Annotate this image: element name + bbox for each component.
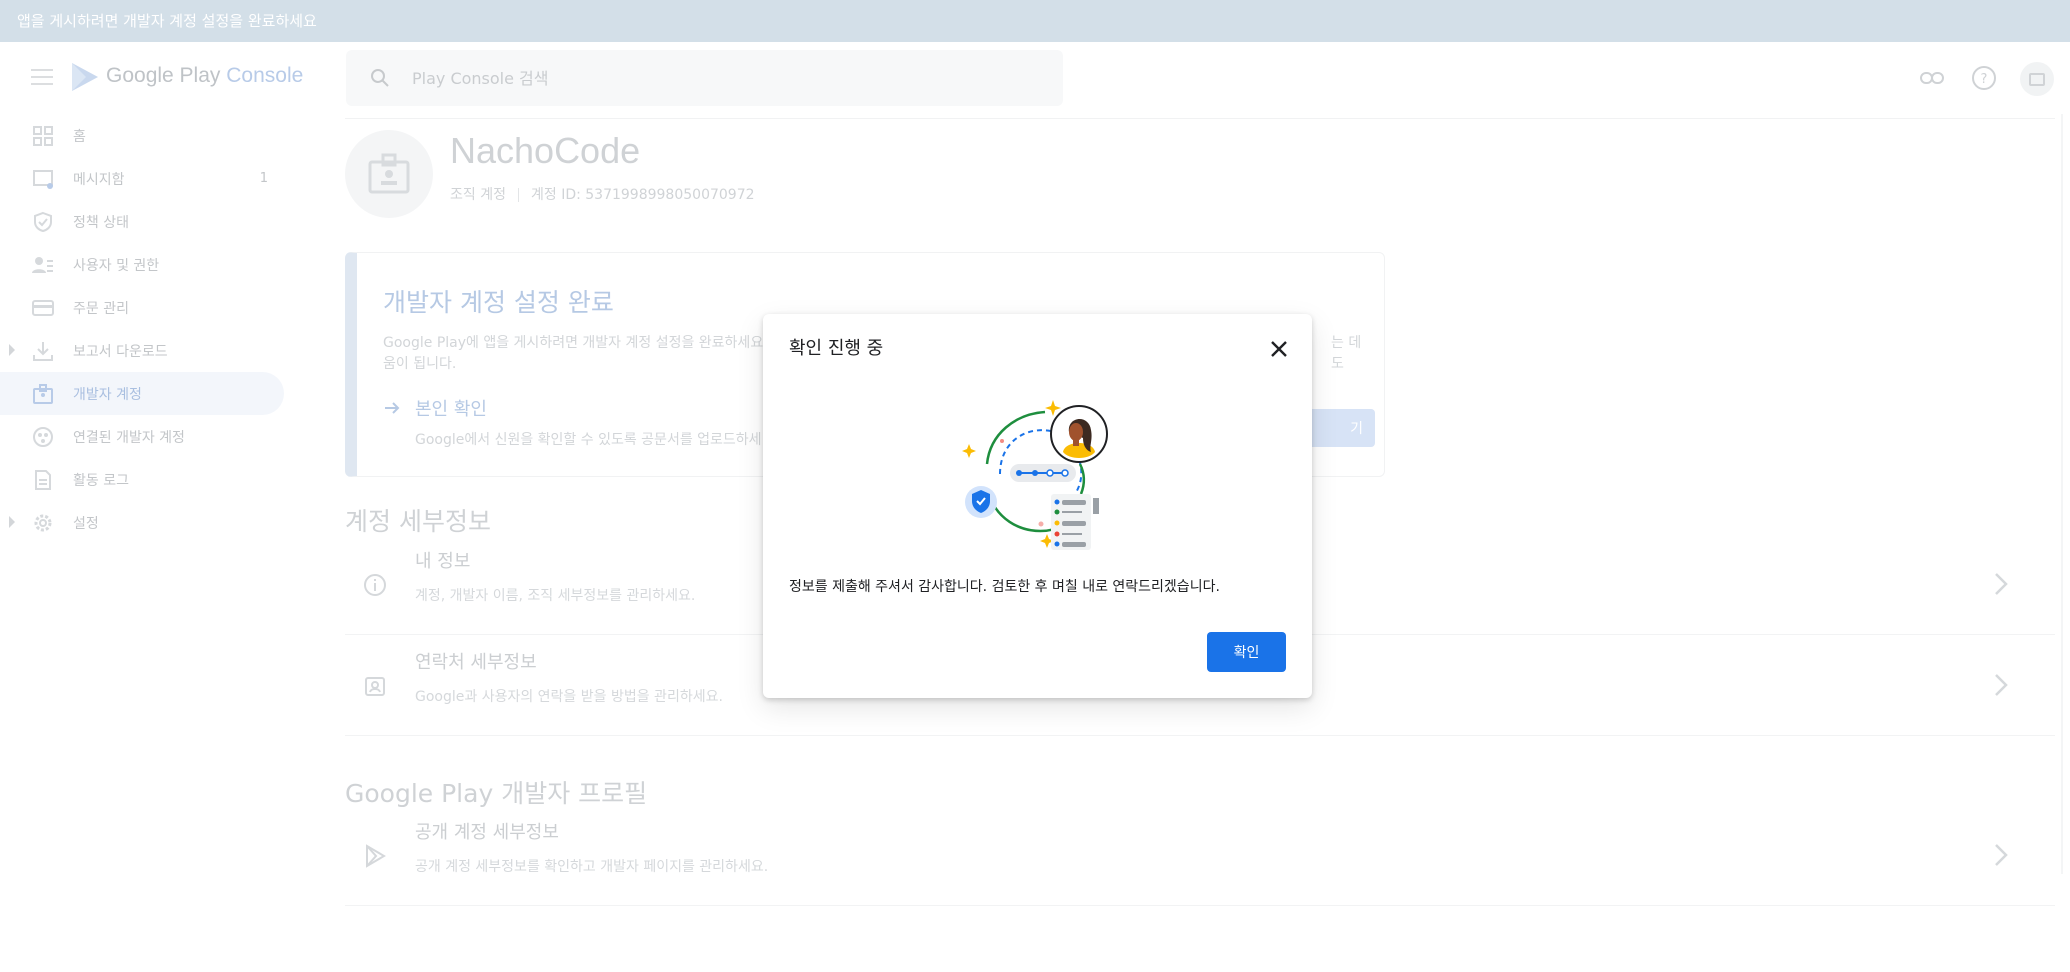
- play-logo-icon: [72, 63, 98, 91]
- info-icon: [364, 574, 386, 596]
- badge-icon: [368, 153, 410, 194]
- home-grid-icon: [33, 125, 53, 146]
- account-details-title: 계정 세부정보: [345, 507, 491, 536]
- org-avatar: [345, 130, 433, 218]
- sidebar-item-policy[interactable]: 정책 상태: [0, 200, 284, 243]
- sidebar-item-linked-accounts[interactable]: 연결된 개발자 계정: [0, 415, 284, 458]
- inbox-count-badge: 1: [259, 171, 268, 186]
- developer-profile-title: Google Play 개발자 프로필: [345, 779, 648, 808]
- row-description: Google과 사용자의 연락을 받을 방법을 관리하세요.: [415, 689, 723, 705]
- sidebar-item-label: 메시지함: [73, 171, 125, 188]
- sidebar-item-activity-log[interactable]: 활동 로그: [0, 458, 284, 501]
- menu-icon[interactable]: [31, 69, 53, 87]
- users-icon: [32, 256, 53, 273]
- close-icon[interactable]: [1268, 338, 1290, 360]
- play-store-icon: [366, 844, 386, 868]
- step-verify-identity[interactable]: 본인 확인: [415, 395, 487, 421]
- app-header: Google Play Console ?: [0, 42, 2070, 114]
- page-title: NachoCode: [450, 130, 641, 171]
- sidebar-item-developer-account[interactable]: 개발자 계정: [0, 372, 284, 415]
- setup-title: 개발자 계정 설정 완료: [383, 288, 614, 317]
- row-title: 내 정보: [415, 551, 471, 572]
- sidebar-item-label: 홈: [73, 128, 86, 145]
- expand-caret-icon[interactable]: [9, 516, 15, 528]
- dialog-message: 정보를 제출해 주셔서 감사합니다. 검토한 후 며칠 내로 연락드리겠습니다.: [789, 579, 1220, 595]
- help-icon[interactable]: ?: [1970, 64, 1998, 92]
- step-description: Google에서 신원을 확인할 수 있도록 공문서를 업로드하세: [415, 432, 762, 448]
- sidebar-item-label: 보고서 다운로드: [73, 343, 168, 360]
- dialog-title: 확인 진행 중: [789, 338, 884, 359]
- setup-desc-tail: 는 데 도: [1331, 335, 1362, 372]
- sidebar: 홈 메시지함 1 정책 상태 사용자 및 권한 주문 관리 보고서 다운로드 개…: [0, 114, 290, 544]
- verification-illustration: [962, 400, 1108, 550]
- search-box[interactable]: [346, 50, 1063, 106]
- search-input[interactable]: [412, 50, 1012, 106]
- sidebar-item-label: 사용자 및 권한: [73, 257, 160, 274]
- account-id: 계정 ID: 5371998998050070972: [530, 187, 755, 203]
- shield-icon: [34, 211, 52, 232]
- sidebar-item-label: 정책 상태: [73, 214, 129, 231]
- linked-accounts-icon: [33, 426, 53, 447]
- arrow-right-icon: [385, 402, 400, 414]
- setup-desc-line2: 움이 됩니다.: [383, 356, 457, 372]
- setup-desc-line1: Google Play에 앱을 게시하려면 개발자 계정 설정을 완료하세요: [383, 335, 764, 351]
- row-public-account-details[interactable]: 공개 계정 세부정보 공개 계정 세부정보를 확인하고 개발자 페이지를 관리하…: [345, 806, 2055, 906]
- account-meta: 조직 계정 계정 ID: 5371998998050070972: [450, 184, 755, 204]
- logo-google-text: Google Play: [106, 64, 221, 87]
- gear-icon: [34, 514, 52, 531]
- inbox-icon: [33, 169, 53, 189]
- sidebar-item-orders[interactable]: 주문 관리: [0, 286, 284, 329]
- logo-console-text: Console: [226, 64, 304, 87]
- sidebar-item-settings[interactable]: 설정: [0, 501, 284, 544]
- row-description: 계정, 개발자 이름, 조직 세부정보를 관리하세요.: [415, 588, 696, 604]
- account-avatar[interactable]: [2020, 62, 2054, 96]
- header-divider: [345, 118, 2055, 119]
- row-title: 연락처 세부정보: [415, 652, 537, 673]
- sidebar-item-label: 활동 로그: [73, 472, 129, 489]
- scrollbar[interactable]: [2061, 114, 2063, 874]
- sidebar-item-label: 주문 관리: [73, 300, 129, 317]
- badge-icon: [33, 383, 53, 404]
- sidebar-item-label: 설정: [73, 515, 99, 532]
- link-icon[interactable]: [1918, 64, 1946, 92]
- sidebar-item-reports[interactable]: 보고서 다운로드: [0, 329, 284, 372]
- sidebar-item-inbox[interactable]: 메시지함 1: [0, 157, 284, 200]
- account-type: 조직 계정: [450, 187, 506, 203]
- chevron-right-icon: [1995, 573, 2008, 595]
- sidebar-item-home[interactable]: 홈: [0, 114, 284, 157]
- sidebar-item-users[interactable]: 사용자 및 권한: [0, 243, 284, 286]
- search-icon: [371, 69, 389, 87]
- chevron-right-icon: [1995, 674, 2008, 696]
- setup-banner: 앱을 게시하려면 개발자 계정 설정을 완료하세요: [0, 0, 2070, 42]
- chevron-right-icon: [1995, 844, 2008, 866]
- confirm-button[interactable]: 확인: [1207, 632, 1286, 672]
- row-description: 공개 계정 세부정보를 확인하고 개발자 페이지를 관리하세요.: [415, 859, 769, 875]
- app-logo-text[interactable]: Google Play Console: [106, 64, 303, 88]
- svg-text:?: ?: [1981, 72, 1988, 87]
- sidebar-item-label: 연결된 개발자 계정: [73, 429, 185, 446]
- document-icon: [35, 469, 51, 490]
- row-title: 공개 계정 세부정보: [415, 822, 559, 843]
- expand-caret-icon[interactable]: [9, 344, 15, 356]
- sidebar-item-label: 개발자 계정: [73, 386, 142, 403]
- contact-card-icon: [365, 677, 385, 696]
- credit-card-icon: [32, 299, 54, 316]
- download-icon: [33, 341, 53, 361]
- verification-dialog: 확인 진행 중 정보를 제출해 주셔서 감사합니다. 검토한 후 며칠 내로 연…: [763, 314, 1312, 698]
